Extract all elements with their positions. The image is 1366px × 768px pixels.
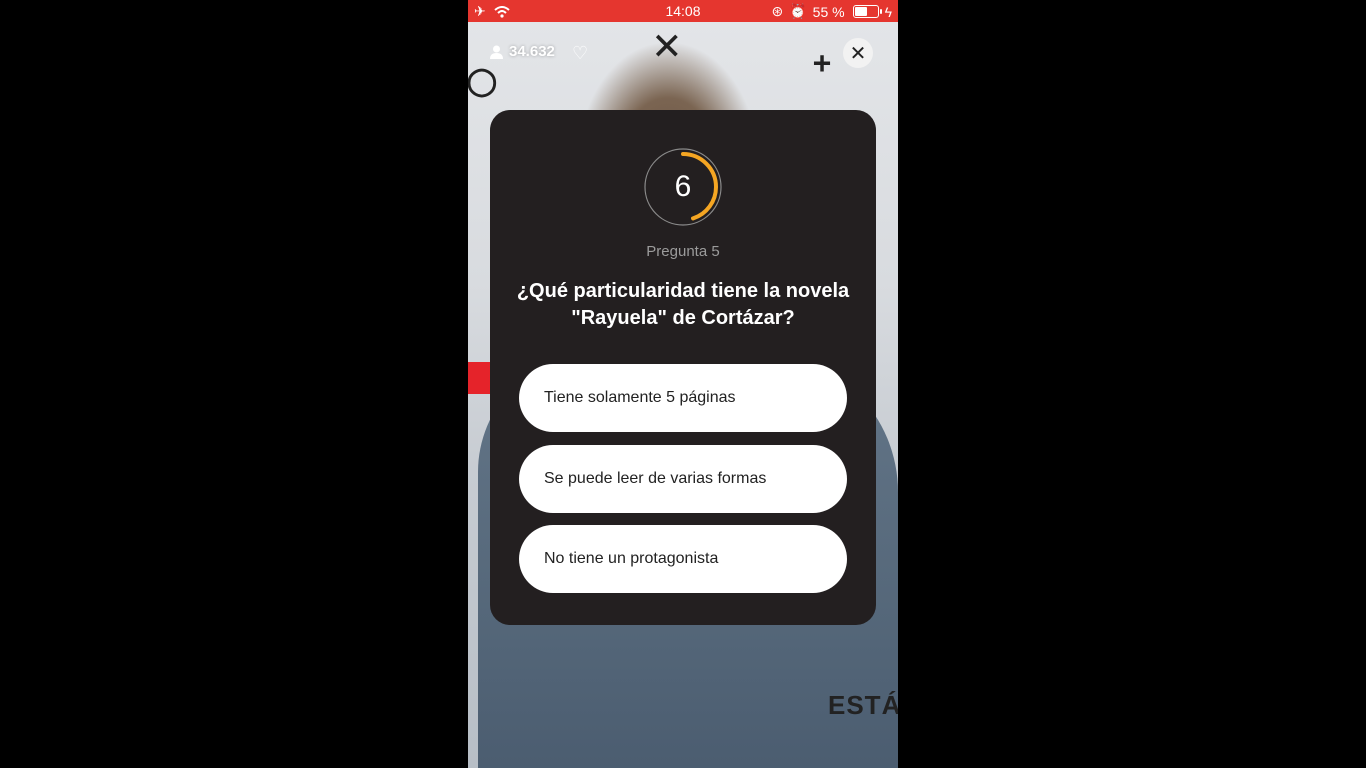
- viewer-count: 34.632: [490, 43, 555, 60]
- countdown-timer: 6: [643, 147, 723, 227]
- close-button[interactable]: ✕: [843, 38, 873, 68]
- viewer-count-value: 34.632: [509, 43, 555, 60]
- battery-percent: 55 %: [812, 3, 845, 20]
- question-line-2: "Rayuela" de Cortázar?: [571, 307, 795, 329]
- background-caption: ESTÁ: [828, 690, 898, 720]
- battery-icon: [852, 5, 882, 18]
- question-line-1: ¿Qué particularidad tiene la novela: [516, 280, 850, 302]
- alarm-icon: ⏰: [789, 3, 807, 19]
- answer-option-2[interactable]: Se puede leer de varias formas: [519, 445, 847, 513]
- phone-screen: ✕ + ◯ ESTÁ ✈ 14:08 ⊛ ⏰ 55 % ϟ 34.632 ♡ ✕…: [468, 0, 898, 768]
- orientation-lock-icon: ⊛: [771, 3, 784, 19]
- quiz-card: 6 Pregunta 5 ¿Qué particularidad tiene l…: [490, 110, 876, 625]
- battery-fill: [854, 7, 867, 16]
- question-number: Pregunta 5: [646, 243, 720, 260]
- question-text: ¿Qué particularidad tiene la novela "Ray…: [508, 278, 858, 332]
- close-icon: ✕: [849, 41, 867, 65]
- doodle-x-mark: ✕: [653, 16, 681, 70]
- timer-value: 6: [674, 170, 692, 203]
- heart-outline-icon[interactable]: ♡: [572, 43, 588, 64]
- charging-icon: ϟ: [884, 3, 892, 20]
- answer-option-3[interactable]: No tiene un protagonista: [519, 525, 847, 593]
- answer-option-1[interactable]: Tiene solamente 5 páginas: [519, 364, 847, 432]
- person-icon: [490, 45, 503, 59]
- doodle-circle: ◯: [468, 52, 496, 106]
- status-bar: ✈ 14:08 ⊛ ⏰ 55 % ϟ: [468, 0, 898, 22]
- doodle-cross-mark: +: [813, 46, 832, 81]
